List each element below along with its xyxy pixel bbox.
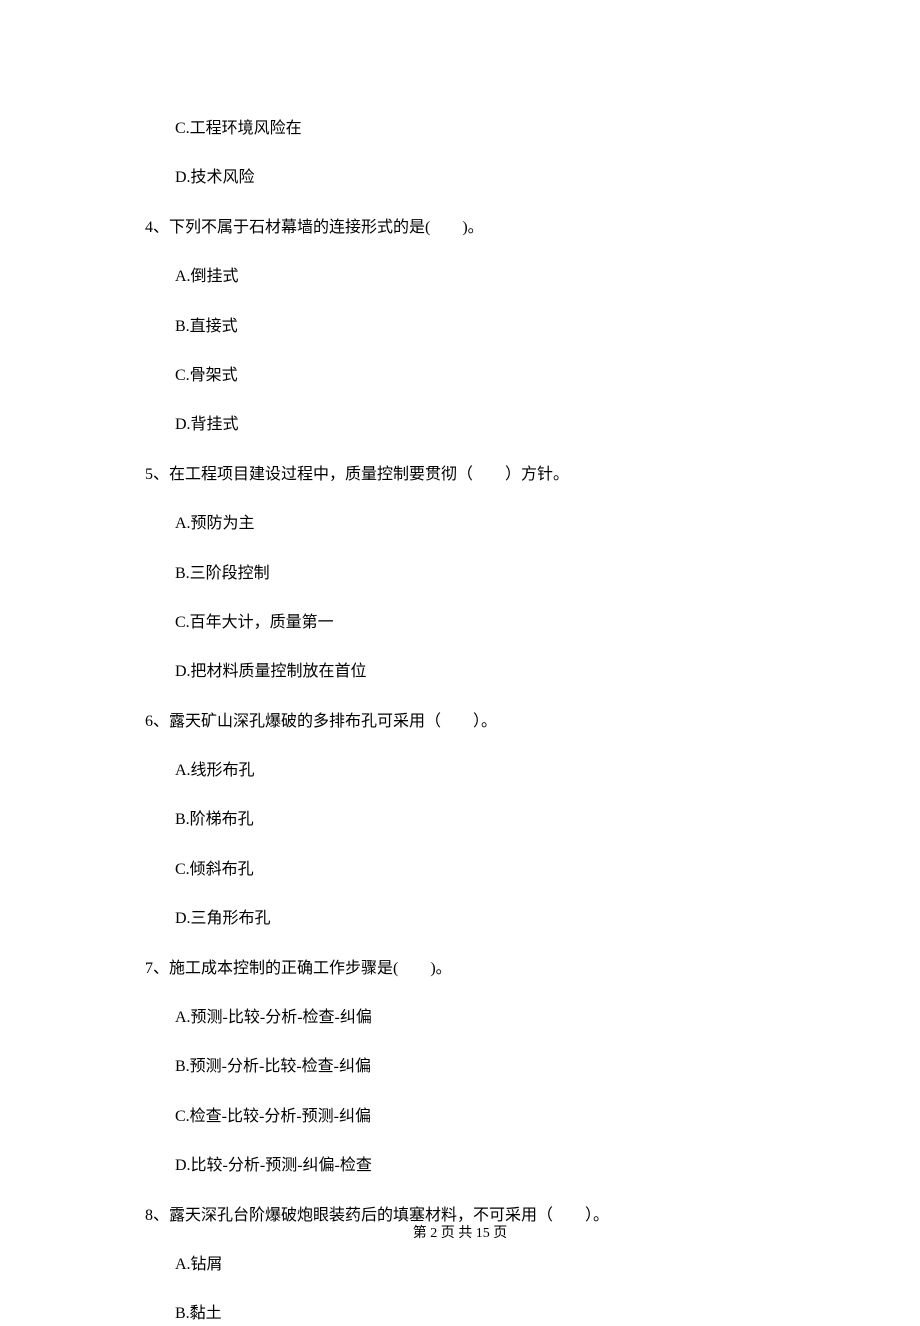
question-6: 6、露天矿山深孔爆破的多排布孔可采用（ ）。 (145, 711, 775, 733)
question-4-option-b: B.直接式 (175, 316, 775, 338)
page-footer: 第 2 页 共 15 页 (0, 1222, 920, 1242)
question-6-option-c: C.倾斜布孔 (175, 859, 775, 881)
question-7-option-c: C.检查-比较-分析-预测-纠偏 (175, 1106, 775, 1128)
question-6-option-d: D.三角形布孔 (175, 908, 775, 930)
document-body: C.工程环境风险在 D.技术风险 4、下列不属于石材幕墙的连接形式的是( )。 … (0, 0, 920, 1326)
question-5-option-c: C.百年大计，质量第一 (175, 612, 775, 634)
question-6-option-b: B.阶梯布孔 (175, 809, 775, 831)
question-5-option-a: A.预防为主 (175, 513, 775, 535)
option-c-prev: C.工程环境风险在 (175, 118, 775, 140)
question-4-option-c: C.骨架式 (175, 365, 775, 387)
question-6-option-a: A.线形布孔 (175, 760, 775, 782)
question-5-option-d: D.把材料质量控制放在首位 (175, 661, 775, 683)
question-7-option-d: D.比较-分析-预测-纠偏-检查 (175, 1155, 775, 1177)
option-d-prev: D.技术风险 (175, 167, 775, 189)
question-4-option-d: D.背挂式 (175, 414, 775, 436)
question-8-option-b: B.黏土 (175, 1303, 775, 1325)
question-7: 7、施工成本控制的正确工作步骤是( )。 (145, 958, 775, 980)
question-7-option-a: A.预测-比较-分析-检查-纠偏 (175, 1007, 775, 1029)
question-4-option-a: A.倒挂式 (175, 266, 775, 288)
question-5: 5、在工程项目建设过程中，质量控制要贯彻（ ）方针。 (145, 464, 775, 486)
question-4: 4、下列不属于石材幕墙的连接形式的是( )。 (145, 217, 775, 239)
question-8-option-a: A.钻屑 (175, 1254, 775, 1276)
question-7-option-b: B.预测-分析-比较-检查-纠偏 (175, 1056, 775, 1078)
question-5-option-b: B.三阶段控制 (175, 563, 775, 585)
